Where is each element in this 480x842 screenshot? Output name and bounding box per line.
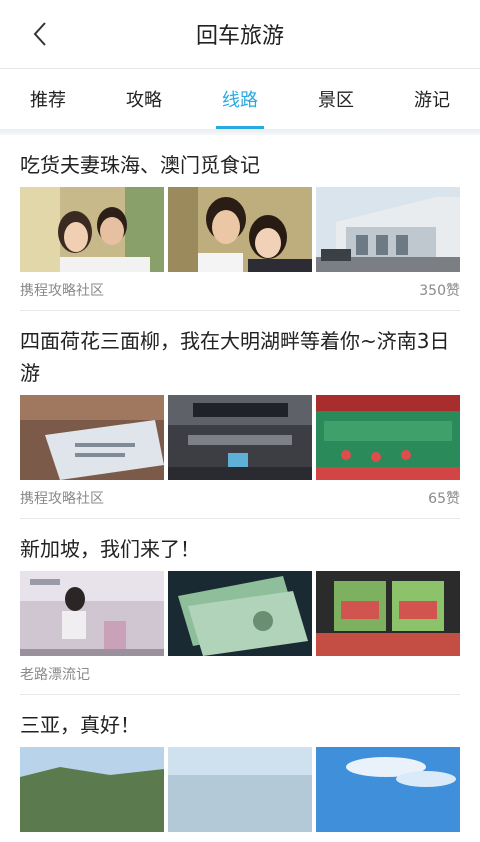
couple-selfie-photo[interactable] bbox=[20, 187, 164, 272]
tab-guides[interactable]: 攻略 bbox=[96, 69, 192, 129]
building-street-photo[interactable] bbox=[316, 187, 460, 272]
thumbnail-row bbox=[20, 747, 460, 832]
card-source: 老路漂流记 bbox=[20, 667, 90, 683]
app-header: 回车旅游 bbox=[0, 0, 480, 69]
tab-routes[interactable]: 线路 bbox=[192, 69, 288, 129]
card-title[interactable]: 三亚，真好！ bbox=[20, 709, 460, 741]
card-likes: 65赞 bbox=[428, 491, 460, 507]
tab-scenic-spots[interactable]: 景区 bbox=[288, 69, 384, 129]
card-title[interactable]: 新加坡，我们来了！ bbox=[20, 533, 460, 565]
sea-sky-photo[interactable] bbox=[168, 747, 312, 832]
banknotes-photo[interactable] bbox=[168, 571, 312, 656]
card-meta: 携程攻略社区 65赞 bbox=[20, 488, 460, 508]
thumbnail-row bbox=[20, 395, 460, 480]
card-meta: 携程攻略社区 350赞 bbox=[20, 280, 460, 300]
card-source: 携程攻略社区 bbox=[20, 283, 104, 299]
card-title[interactable]: 四面荷花三面柳，我在大明湖畔等着你~济南3日游 bbox=[20, 325, 460, 389]
card-source: 携程攻略社区 bbox=[20, 491, 104, 507]
tab-recommend[interactable]: 推荐 bbox=[0, 69, 96, 129]
feed-list: 吃货夫妻珠海、澳门觅食记 携程攻略社区 350赞 四面荷花三面柳，我在大明湖畔等… bbox=[0, 135, 480, 842]
feed-card[interactable]: 四面荷花三面柳，我在大明湖畔等着你~济南3日游 携程攻略社区 65赞 bbox=[20, 311, 460, 519]
station-banner-photo[interactable] bbox=[316, 395, 460, 480]
airport-traveler-photo[interactable] bbox=[20, 571, 164, 656]
tab-travel-notes[interactable]: 游记 bbox=[384, 69, 480, 129]
feed-card[interactable]: 吃货夫妻珠海、澳门觅食记 携程攻略社区 350赞 bbox=[20, 135, 460, 311]
thumbnail-row bbox=[20, 571, 460, 656]
feed-card[interactable]: 三亚，真好！ bbox=[20, 695, 460, 842]
train-ticket-photo[interactable] bbox=[20, 395, 164, 480]
hill-landscape-photo[interactable] bbox=[20, 747, 164, 832]
couple-selfie-photo-2[interactable] bbox=[168, 187, 312, 272]
station-hall-photo[interactable] bbox=[168, 395, 312, 480]
feed-card[interactable]: 新加坡，我们来了！ 老路漂流记 bbox=[20, 519, 460, 695]
page-title: 回车旅游 bbox=[195, 24, 284, 49]
card-meta: 老路漂流记 bbox=[20, 664, 460, 684]
card-likes: 350赞 bbox=[419, 283, 460, 299]
snack-packages-photo[interactable] bbox=[316, 571, 460, 656]
card-title[interactable]: 吃货夫妻珠海、澳门觅食记 bbox=[20, 149, 460, 181]
thumbnail-row bbox=[20, 187, 460, 272]
tab-bar: 推荐 攻略 线路 景区 游记 bbox=[0, 69, 480, 129]
beach-sky-photo[interactable] bbox=[316, 747, 460, 832]
